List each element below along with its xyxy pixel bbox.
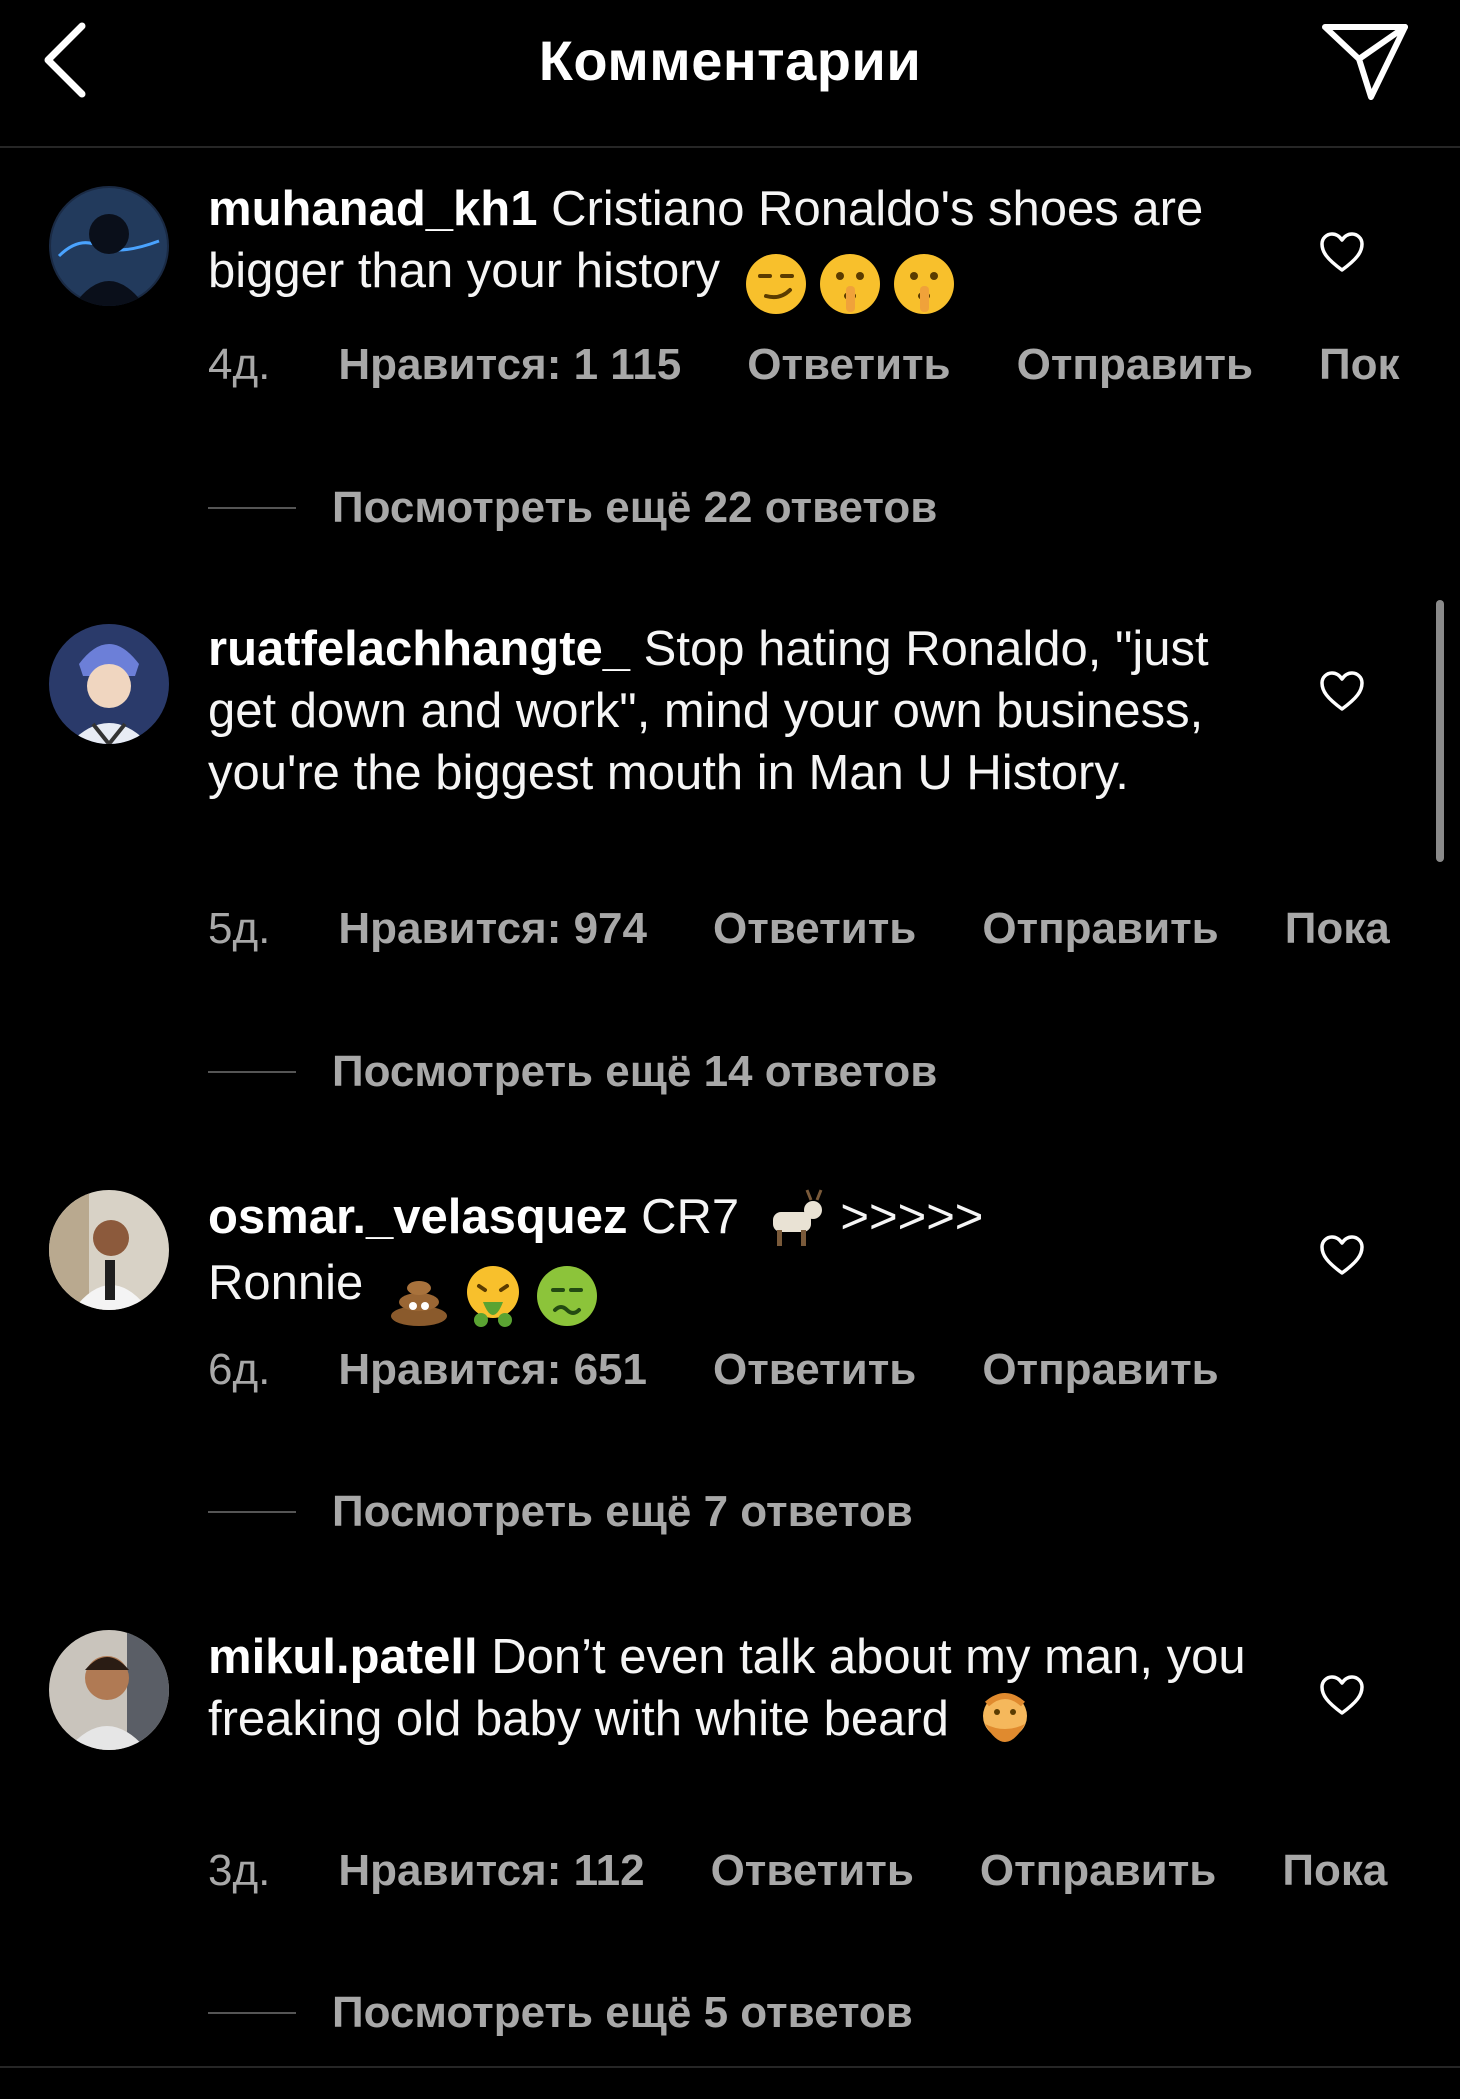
comment-body: ruatfelachhangte_ Stop hating Ronaldo, "… [208,618,1258,804]
emoji-group [734,250,956,316]
header-bar: Комментарии [0,0,1460,148]
replies-divider-line [208,1071,296,1073]
avatar[interactable] [49,624,169,744]
old-man-emoji-icon [973,1690,1037,1754]
comment-body: mikul.patell Don’t even talk about my ma… [208,1626,1258,1754]
like-count[interactable]: Нравится: 1 115 [338,340,681,390]
reply-button[interactable]: Ответить [711,1846,914,1896]
replies-divider-line [208,2012,296,2014]
send-button[interactable]: Отправить [1017,340,1253,390]
comment-text-ronnie: Ronnie [208,1256,364,1311]
view-replies-label: Посмотреть ещё 22 ответов [332,483,938,532]
view-replies-button[interactable]: Посмотреть ещё 7 ответов [208,1482,913,1542]
bottom-divider [0,2066,1460,2068]
view-replies-button[interactable]: Посмотреть ещё 14 ответов [208,1042,937,1102]
view-replies-button[interactable]: Посмотреть ещё 5 ответов [208,1983,913,2043]
avatar[interactable] [49,1630,169,1750]
comment-username[interactable]: mikul.patell [208,1630,478,1684]
comment-username[interactable]: muhanad_kh1 [208,182,537,236]
shushing-face-emoji-icon [892,252,956,316]
shushing-face-emoji-icon [818,252,882,316]
more-button[interactable]: Пока [1282,1846,1387,1896]
send-button[interactable]: Отправить [982,904,1218,954]
avatar[interactable] [49,186,169,306]
goat-emoji-icon [763,1188,827,1252]
paper-plane-icon [1321,21,1409,106]
comment-text: CR7 [627,1190,740,1244]
more-button[interactable]: Пока [1285,904,1390,954]
comment-time: 4д. [208,340,271,389]
replies-divider-line [208,1511,296,1513]
heart-icon [1319,1674,1365,1721]
nauseated-face-emoji-icon [535,1264,599,1328]
replies-divider-line [208,507,296,509]
comment-body: muhanad_kh1 Cristiano Ronaldo's shoes ar… [208,178,1258,316]
like-button[interactable] [1312,1227,1372,1287]
view-replies-label: Посмотреть ещё 7 ответов [332,1487,913,1536]
comment-time: 6д. [208,1345,271,1394]
view-replies-label: Посмотреть ещё 14 ответов [332,1047,938,1096]
share-button[interactable] [1320,20,1410,106]
avatar[interactable] [49,1190,169,1310]
pile-of-poo-emoji-icon [387,1264,451,1328]
comment-meta: 5д. Нравится: 974 Ответить Отправить Пока [208,904,1390,954]
comment-body: osmar._velasquez CR7 >>>>> Ronnie [208,1186,1258,1328]
like-button[interactable] [1312,1667,1372,1727]
more-button[interactable]: Пок [1319,340,1400,390]
page-title: Комментарии [538,29,922,92]
heart-icon [1319,231,1365,278]
like-count[interactable]: Нравится: 974 [338,904,647,954]
emoji-group [377,1262,599,1328]
heart-icon [1319,670,1365,717]
like-button[interactable] [1312,224,1372,284]
comment-username[interactable]: ruatfelachhangte_ [208,622,630,676]
reply-button[interactable]: Ответить [713,1345,916,1395]
comment-meta: 3д. Нравится: 112 Ответить Отправить Пока [208,1846,1387,1896]
reply-button[interactable]: Ответить [713,904,916,954]
vomiting-face-emoji-icon [461,1264,525,1328]
send-button[interactable]: Отправить [980,1846,1216,1896]
heart-icon [1319,1234,1365,1281]
comment-username[interactable]: osmar._velasquez [208,1190,627,1244]
comment-time: 3д. [208,1846,271,1895]
comment-meta: 6д. Нравится: 651 Ответить Отправить [208,1345,1285,1395]
like-count[interactable]: Нравится: 651 [338,1345,647,1395]
view-replies-label: Посмотреть ещё 5 ответов [332,1988,913,2037]
comment-time: 5д. [208,904,271,953]
comment-text-arrows: >>>>> [826,1190,984,1244]
comment-meta: 4д. Нравится: 1 115 Ответить Отправить Пок [208,340,1400,390]
like-button[interactable] [1312,663,1372,723]
reply-button[interactable]: Ответить [747,340,950,390]
view-replies-button[interactable]: Посмотреть ещё 22 ответов [208,478,937,538]
send-button[interactable]: Отправить [982,1345,1218,1395]
like-count[interactable]: Нравится: 112 [338,1846,644,1896]
smirk-emoji-icon [744,252,808,316]
scrollbar[interactable] [1436,600,1444,862]
